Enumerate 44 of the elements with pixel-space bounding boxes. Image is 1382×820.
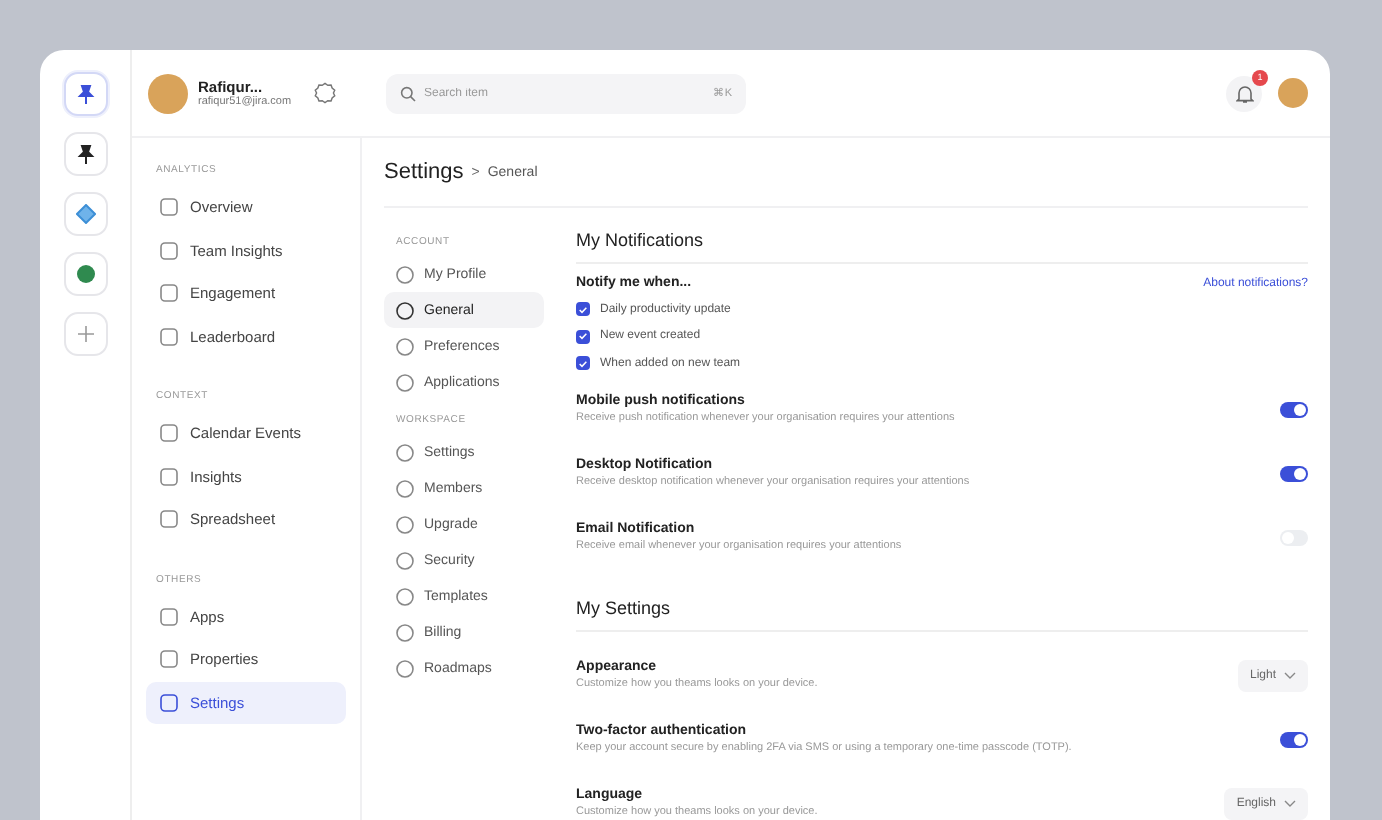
checkbox[interactable]	[576, 302, 590, 317]
chevron-down-icon	[1284, 799, 1296, 807]
avatar	[1278, 78, 1308, 108]
rounded-square-icon	[160, 650, 178, 669]
circle-icon	[396, 479, 414, 497]
rounded-square-icon	[160, 327, 178, 346]
circle-icon	[396, 515, 414, 533]
circle-icon	[396, 551, 414, 569]
avatar	[148, 73, 188, 113]
rounded-square-icon	[160, 510, 178, 529]
pin-icon	[75, 84, 95, 104]
diamond-icon	[75, 204, 95, 224]
circle-icon	[396, 623, 414, 641]
circle-icon	[396, 301, 414, 319]
settings-icon[interactable]	[313, 82, 336, 104]
circle-icon	[396, 587, 414, 605]
circle-icon	[396, 265, 414, 283]
section-heading: My Settings	[576, 597, 673, 617]
checkbox[interactable]	[576, 356, 590, 371]
toggle-switch[interactable]	[1280, 401, 1308, 417]
toggle-switch[interactable]	[1280, 731, 1308, 747]
chevron-down-icon	[1284, 671, 1296, 679]
rail-button[interactable]	[63, 72, 107, 116]
circle-icon	[396, 659, 414, 677]
rounded-square-icon	[160, 467, 178, 486]
rounded-square-icon	[160, 198, 178, 217]
bell-icon	[1235, 83, 1253, 103]
circle-icon	[396, 443, 414, 461]
circle-icon	[75, 264, 95, 284]
pin-icon	[75, 144, 95, 164]
plus-icon	[77, 326, 93, 342]
rounded-square-icon	[160, 284, 178, 303]
toggle-switch[interactable]	[1280, 465, 1308, 481]
section-heading: My Notifications	[576, 230, 706, 250]
page-title: Settings	[384, 160, 464, 184]
rounded-square-icon	[160, 241, 178, 260]
search-icon	[400, 85, 416, 101]
checkbox[interactable]	[576, 329, 590, 344]
rounded-square-icon	[160, 607, 178, 626]
rounded-square-icon	[160, 424, 178, 443]
circle-icon	[396, 337, 414, 355]
circle-icon	[396, 373, 414, 391]
rounded-square-icon	[160, 693, 178, 712]
rail-button[interactable]	[63, 132, 107, 176]
